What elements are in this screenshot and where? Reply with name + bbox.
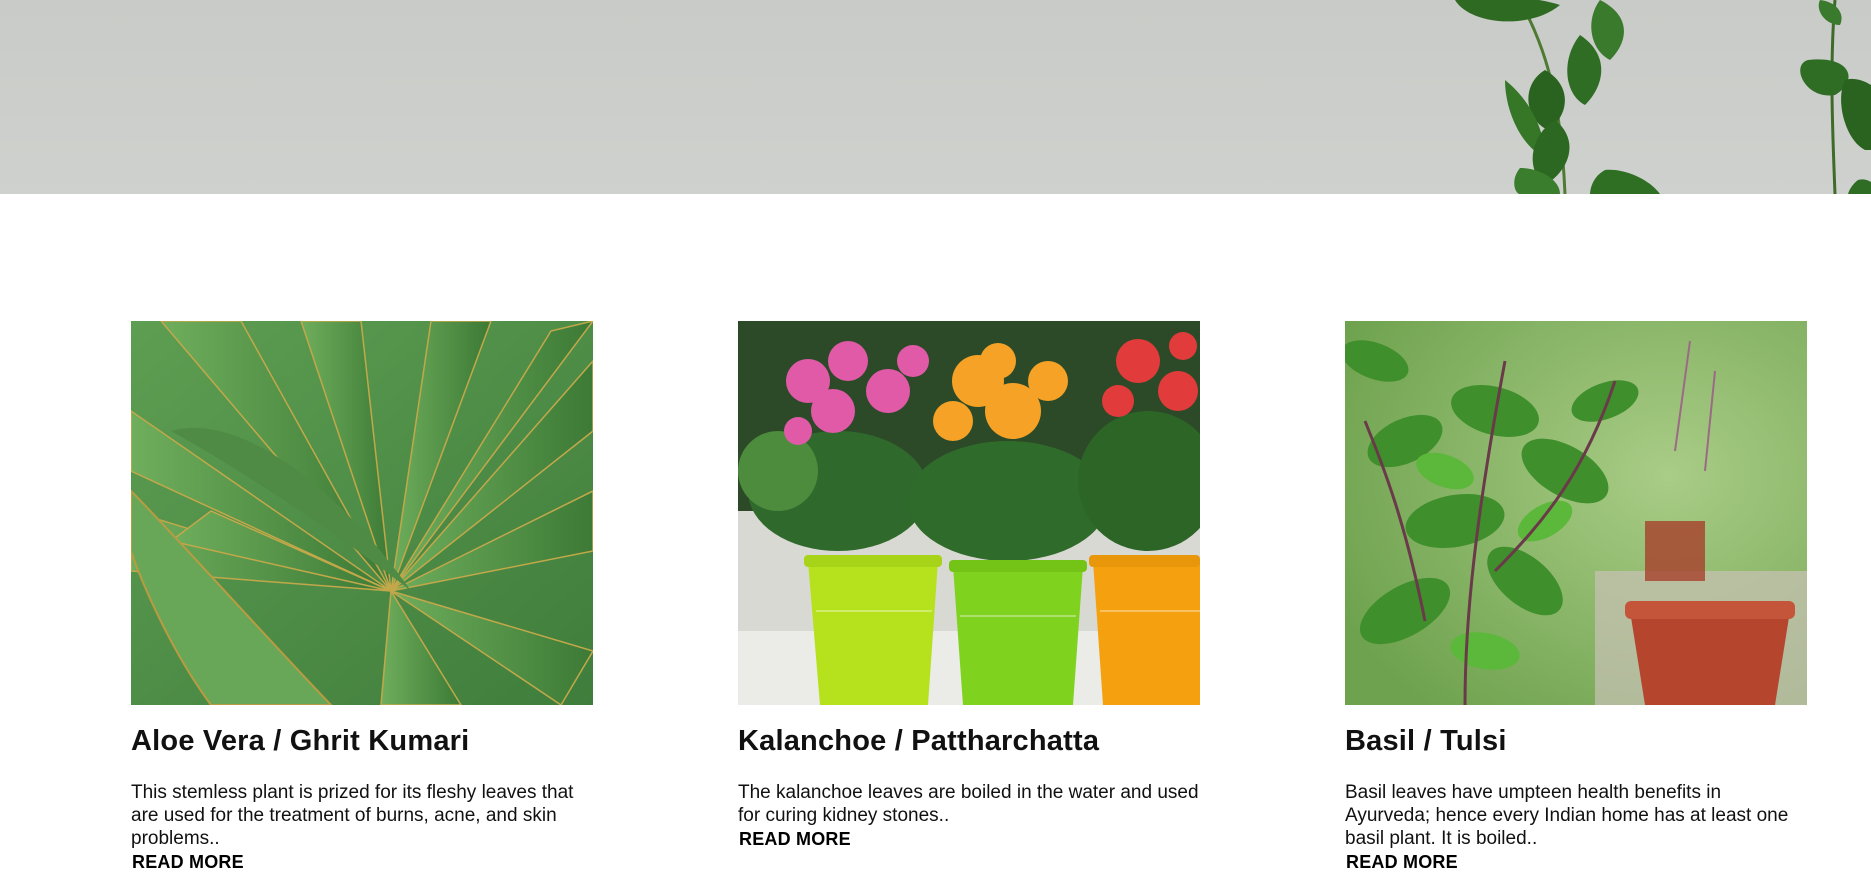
pothos-vine-decoration (1455, 0, 1871, 194)
read-more-link[interactable]: READ MORE (1345, 851, 1807, 874)
card-description: This stemless plant is prized for its fl… (131, 781, 593, 874)
read-more-link[interactable]: READ MORE (131, 851, 593, 874)
card-description: Basil leaves have umpteen health benefit… (1345, 781, 1807, 874)
plant-card-basil: Basil / Tulsi Basil leaves have umpteen … (1345, 321, 1807, 872)
read-more-link[interactable]: READ MORE (738, 828, 1200, 851)
card-title: Aloe Vera / Ghrit Kumari (131, 725, 470, 757)
card-description: The kalanchoe leaves are boiled in the w… (738, 782, 1200, 851)
card-title: Kalanchoe / Pattharchatta (738, 725, 1100, 757)
plant-card-kalanchoe: Kalanchoe / Pattharchatta The kalanchoe … (738, 321, 1200, 849)
kalanchoe-image (738, 321, 1200, 705)
plant-card-aloe-vera: Aloe Vera / Ghrit Kumari This stemless p… (131, 321, 593, 872)
aloe-vera-image (131, 321, 593, 705)
card-title: Basil / Tulsi (1345, 725, 1507, 757)
basil-image (1345, 321, 1807, 705)
hero-banner (0, 0, 1871, 194)
